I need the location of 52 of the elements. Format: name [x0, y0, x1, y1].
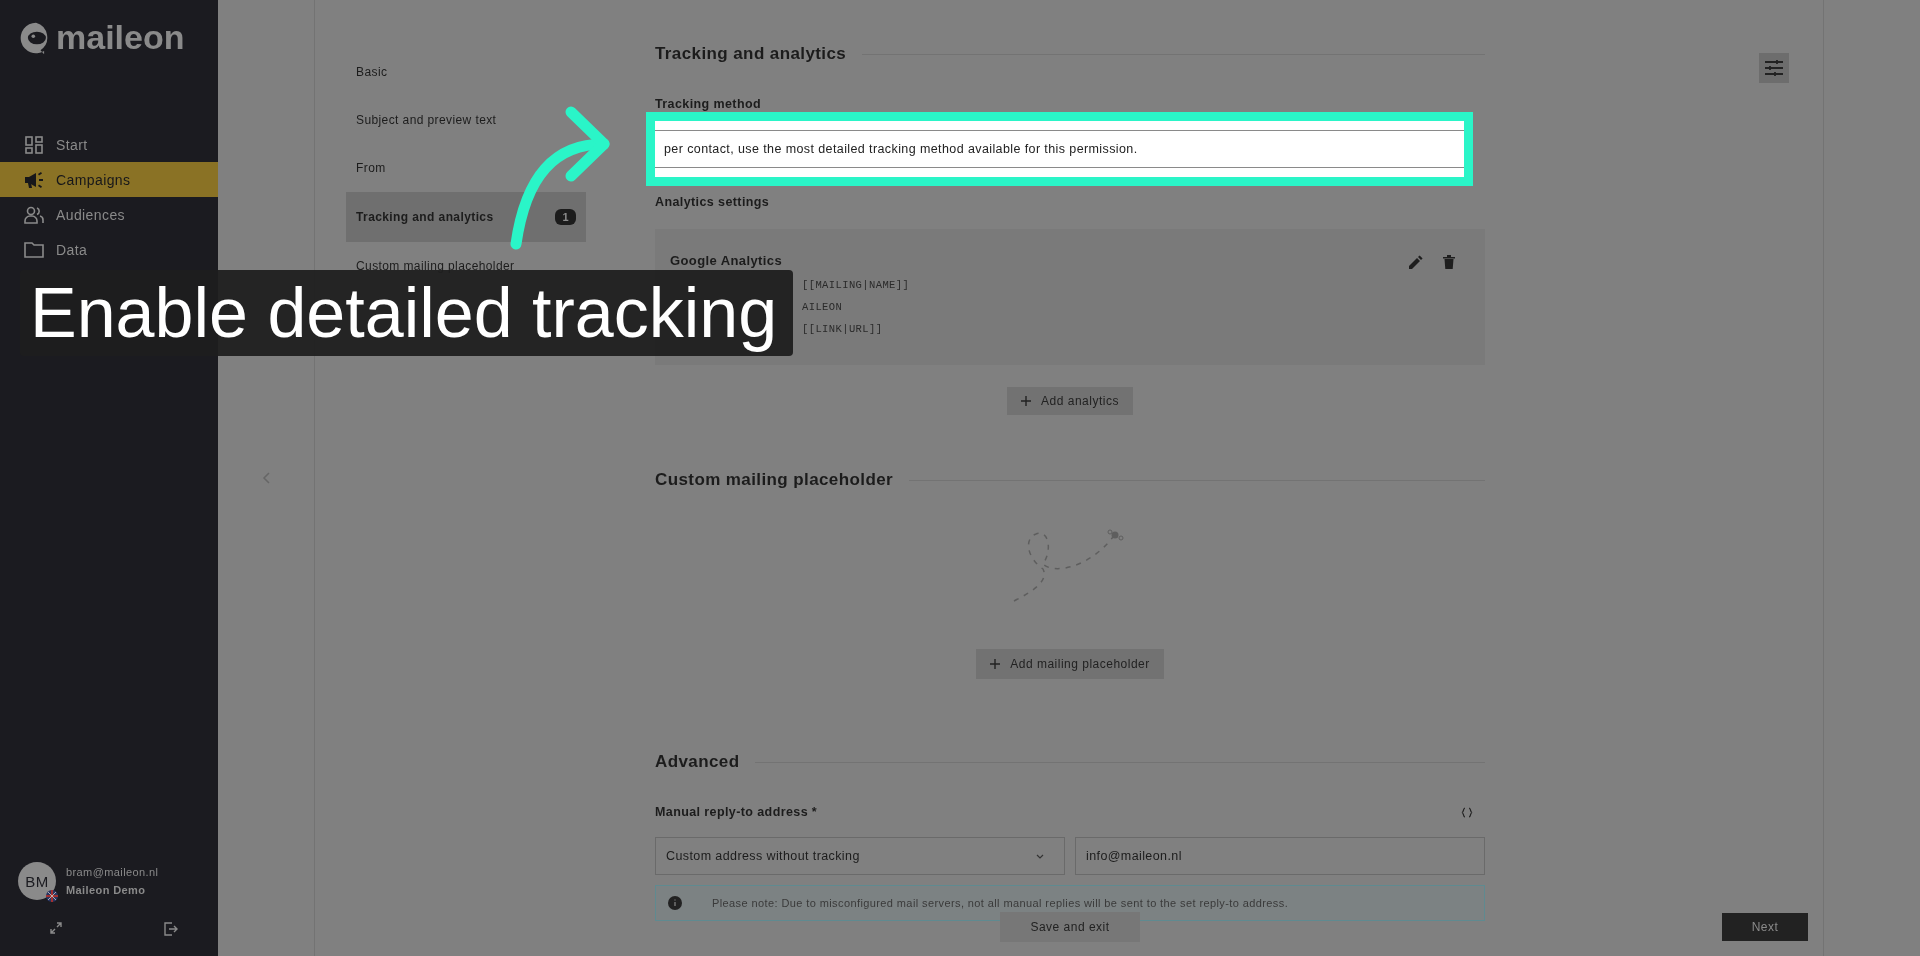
logout-icon[interactable] — [164, 922, 178, 936]
reply-mode-select[interactable]: Custom address without tracking — [655, 837, 1065, 875]
count-badge: 1 — [555, 209, 576, 225]
parameter-line: [[MAILING|NAME]] — [801, 278, 910, 293]
delete-icon[interactable] — [1443, 255, 1455, 269]
people-icon — [24, 205, 44, 224]
tracking-method-select[interactable]: per contact, use the most detailed tracking method available for this permission. — [655, 130, 1464, 168]
user-avatar: BM — [18, 862, 56, 900]
braces-icon[interactable] — [1461, 806, 1473, 818]
next-button[interactable]: Next — [1722, 913, 1808, 941]
step-item[interactable]: Subject and preview text — [346, 96, 586, 144]
expand-icon[interactable] — [50, 922, 62, 934]
field-label: Manual reply-to address * — [655, 805, 818, 819]
step-label: Tracking and analytics — [356, 210, 494, 224]
user-email: bram@maileon.nl — [66, 866, 159, 878]
step-label: From — [356, 161, 386, 175]
step-label: Subject and preview text — [356, 113, 497, 127]
section-heading: Advanced — [655, 752, 740, 772]
plus-icon — [1021, 396, 1032, 406]
analytics-name: Google Analytics — [670, 253, 784, 268]
sliders-icon — [1765, 60, 1783, 76]
parameter-line: [[LINK|URL]] — [801, 322, 884, 337]
folder-icon — [24, 241, 44, 258]
megaphone-icon — [24, 170, 44, 189]
account-name: Maileon Demo — [66, 884, 147, 896]
step-label: Basic — [356, 65, 388, 79]
add-placeholder-button[interactable]: Add mailing placeholder — [976, 649, 1164, 679]
field-label: Tracking method — [655, 96, 763, 112]
field-label: Analytics settings — [655, 194, 771, 210]
nav-item[interactable]: Audiences — [0, 197, 218, 232]
note-text: Please note: Due to misconfigured mail servers, not all manual replies will be sent to the set reply-to address. — [712, 897, 1289, 909]
nav-item[interactable]: Data — [0, 232, 218, 267]
add-analytics-button[interactable]: Add analytics — [1007, 387, 1133, 415]
settings-button[interactable] — [1759, 53, 1789, 83]
nav-item[interactable]: Start — [0, 127, 218, 162]
grid-icon — [24, 135, 44, 154]
flag-icon — [46, 890, 58, 902]
step-item[interactable]: Basic — [346, 48, 586, 96]
reply-address-input[interactable]: info@maileon.nl — [1075, 837, 1485, 875]
plus-icon — [990, 659, 1001, 669]
save-and-exit-button[interactable]: Save and exit — [1000, 912, 1140, 942]
nav-item[interactable]: Campaigns — [0, 162, 218, 197]
parameter-line: AILEON — [801, 300, 844, 315]
section-heading: Tracking and analytics — [655, 44, 847, 64]
section-heading: Custom mailing placeholder — [655, 470, 894, 490]
logo-text: maileon — [56, 18, 185, 57]
step-item[interactable]: From — [346, 144, 586, 192]
edit-icon[interactable] — [1409, 255, 1423, 269]
step-item[interactable]: Tracking and analytics 1 — [346, 192, 586, 242]
caret-icon — [1036, 853, 1044, 859]
step-label: Custom mailing placeholder — [356, 259, 515, 273]
info-icon — [668, 896, 682, 910]
